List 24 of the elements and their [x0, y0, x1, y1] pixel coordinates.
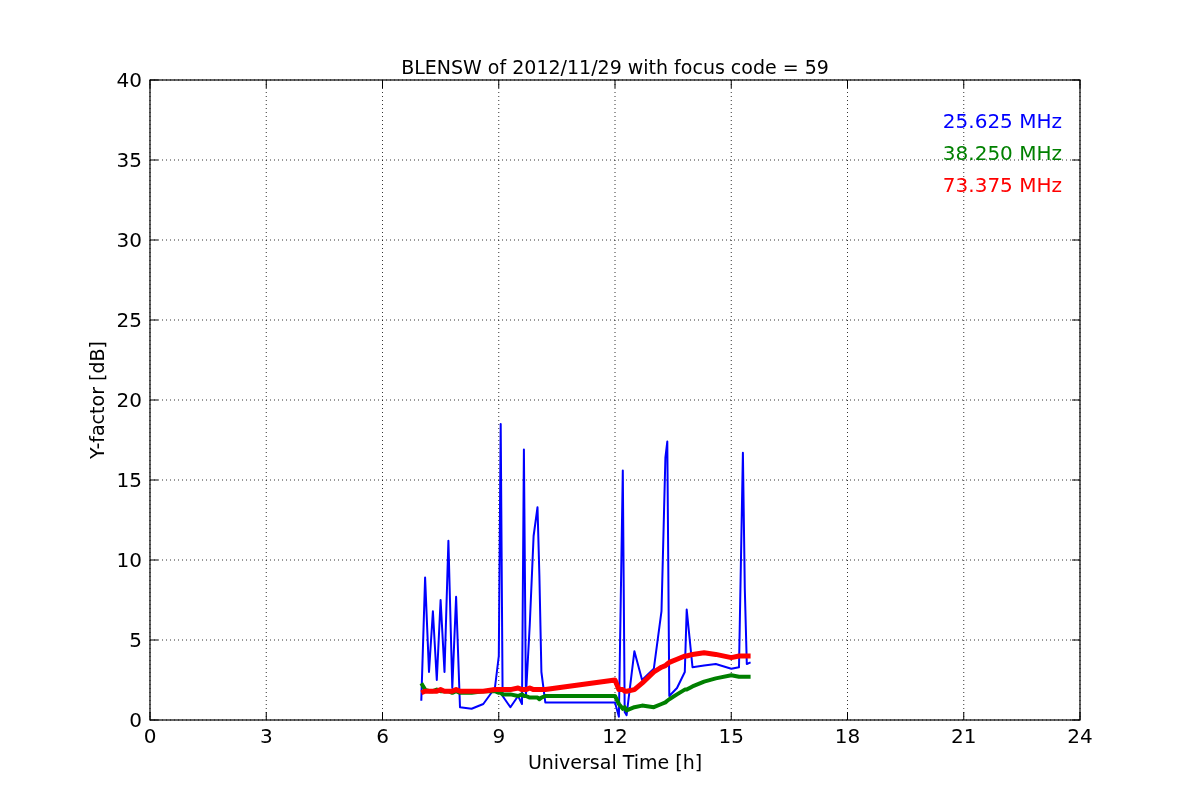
x-tick-label: 15 [718, 724, 744, 748]
chart-title: BLENSW of 2012/11/29 with focus code = 59 [401, 56, 829, 78]
legend-label: 73.375 MHz [942, 173, 1062, 197]
y-tick-label: 0 [129, 708, 142, 732]
y-tick-label: 15 [116, 468, 142, 492]
legend-label: 38.250 MHz [942, 141, 1062, 165]
y-tick-label: 20 [116, 388, 142, 412]
y-axis-label: Y-factor [dB] [86, 341, 108, 459]
y-tick-label: 5 [129, 628, 142, 652]
y-tick-label: 40 [116, 68, 142, 92]
y-tick-label: 35 [116, 148, 142, 172]
y-tick-label: 25 [116, 308, 142, 332]
y-tick-label: 10 [116, 548, 142, 572]
x-axis-label: Universal Time [h] [527, 751, 703, 773]
x-tick-label: 3 [259, 724, 273, 748]
y-tick-label: 30 [116, 228, 142, 252]
x-tick-label: 24 [1067, 724, 1093, 748]
x-tick-label: 12 [602, 724, 628, 748]
x-tick-label: 18 [834, 724, 861, 748]
x-tick-label: 21 [951, 724, 977, 748]
x-tick-label: 0 [143, 724, 157, 748]
x-tick-label: 6 [376, 724, 389, 748]
x-tick-label: 9 [492, 724, 506, 748]
legend-label: 25.625 MHz [942, 109, 1062, 133]
